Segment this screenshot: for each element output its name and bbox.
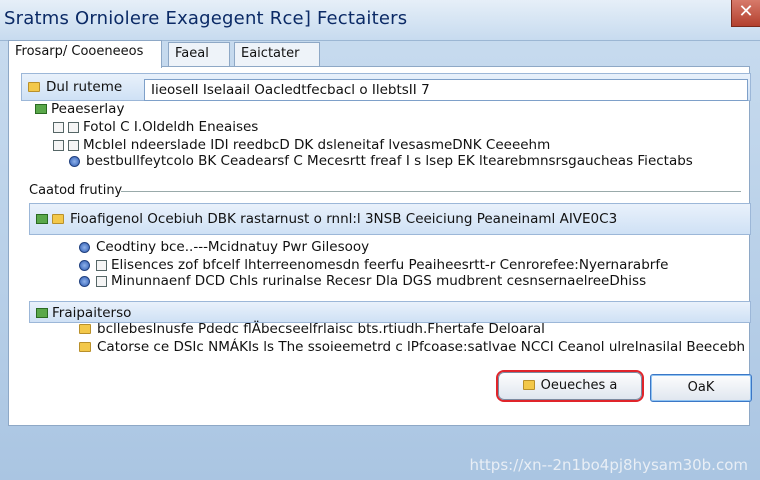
cancel-button[interactable]: Oeueches a — [498, 372, 642, 400]
window-title: Sratms Orniolere Exagegent Rce] Fectaite… — [4, 8, 408, 29]
list-item[interactable]: Minunnaenf DCD Chls rurinalse Recesr Dla… — [79, 273, 646, 289]
list-item[interactable]: Fotol C I.Oldeldh Eneaises — [53, 119, 258, 135]
checkbox[interactable] — [68, 122, 79, 133]
list-item-label: bestbullfeytcolo BK Ceadearsf C Mecesrtt… — [86, 153, 693, 169]
name-input[interactable]: IieoseII Iselaail Oacledtfecbacl o Ilebt… — [144, 79, 748, 101]
folder-icon — [28, 82, 40, 92]
name-row: Dul ruteme IieoseII Iselaail Oacledtfecb… — [21, 73, 751, 101]
ok-button[interactable]: OaK — [650, 374, 752, 402]
name-label: Dul ruteme — [46, 79, 123, 95]
section1-icon — [35, 104, 47, 114]
tab-general[interactable]: Faeal — [168, 42, 230, 66]
list-item[interactable]: bestbullfeytcolo BK Ceadearsf C Mecesrtt… — [69, 153, 693, 169]
checkbox[interactable] — [96, 276, 107, 287]
disk-icon — [79, 242, 90, 253]
disk-icon — [79, 276, 90, 287]
dialog-window: Sratms Orniolere Exagegent Rce] Fectaite… — [0, 0, 760, 480]
section1-header: Peaeserlay — [35, 101, 124, 117]
group1-header-wrap: Fioafigenol Ocebiuh DBK rastarnust o rnn… — [36, 211, 617, 227]
list-item[interactable]: Ceodtiny bce..---Mcidnatuy Pwr Gilesooy — [79, 239, 369, 255]
section1-title: Peaeserlay — [51, 101, 125, 117]
group1-header: Fioafigenol Ocebiuh DBK rastarnust o rnn… — [29, 203, 751, 235]
checkbox[interactable] — [53, 140, 64, 151]
list-item[interactable]: Catorse ce DSIc NMÁKIs ls The ssoieemetr… — [79, 339, 745, 355]
cancel-button-label: Oeueches a — [540, 378, 618, 393]
list-item-label: Minunnaenf DCD Chls rurinalse Recesr Dla… — [111, 273, 647, 289]
checkbox[interactable] — [96, 260, 107, 271]
folder-icon — [52, 214, 64, 224]
green-status-icon — [36, 214, 48, 224]
folder-icon — [79, 324, 91, 334]
name-row-label-wrap: Dul ruteme — [28, 79, 122, 95]
tab-properties[interactable]: Frosarp/ Cooeneeos — [8, 40, 162, 68]
group1-label: Caatod frutiny — [29, 183, 123, 198]
list-item[interactable]: Elisences zof bfcelf lhterreenomesdn fee… — [79, 257, 668, 273]
list-item-label: Ceodtiny bce..---Mcidnatuy Pwr Gilesooy — [96, 239, 370, 255]
list-item[interactable]: bcllebeslnusfe Pdedc flÄbecseelfrlaisc b… — [79, 321, 545, 337]
checkbox[interactable] — [53, 122, 64, 133]
title-bar: Sratms Orniolere Exagegent Rce] Fectaite… — [0, 0, 760, 41]
list-item-label: Catorse ce DSIc NMÁKIs ls The ssoieemetr… — [97, 339, 746, 355]
list-item-label: Elisences zof bfcelf lhterreenomesdn fee… — [111, 257, 669, 273]
list-item[interactable]: Mcblel ndeerslade IDI reedbcD DK dslenei… — [53, 137, 550, 153]
folder-icon — [522, 380, 535, 390]
folder-icon — [79, 342, 91, 352]
tab-editor[interactable]: Eaictater — [234, 42, 320, 66]
green-status-icon — [36, 308, 48, 318]
list-item-label: Fotol C I.Oldeldh Eneaises — [83, 119, 259, 135]
group2-header-wrap: Fraipaiterso — [36, 305, 131, 321]
group2-header: Fraipaiterso — [29, 301, 751, 323]
group2-label: Fraipaiterso — [52, 305, 132, 321]
group1-header-text: Fioafigenol Ocebiuh DBK rastarnust o rnn… — [70, 211, 618, 227]
watermark-text: https://xn--2n1bo4pj8hysam30b.com — [469, 456, 748, 474]
list-item-label: Mcblel ndeerslade IDI reedbcD DK dslenei… — [83, 137, 551, 153]
disk-icon — [69, 156, 80, 167]
list-item-label: bcllebeslnusfe Pdedc flÄbecseelfrlaisc b… — [97, 321, 545, 337]
checkbox[interactable] — [68, 140, 79, 151]
close-button[interactable]: ✕ — [731, 0, 760, 27]
disk-icon — [79, 260, 90, 271]
group1-divider — [121, 191, 741, 192]
